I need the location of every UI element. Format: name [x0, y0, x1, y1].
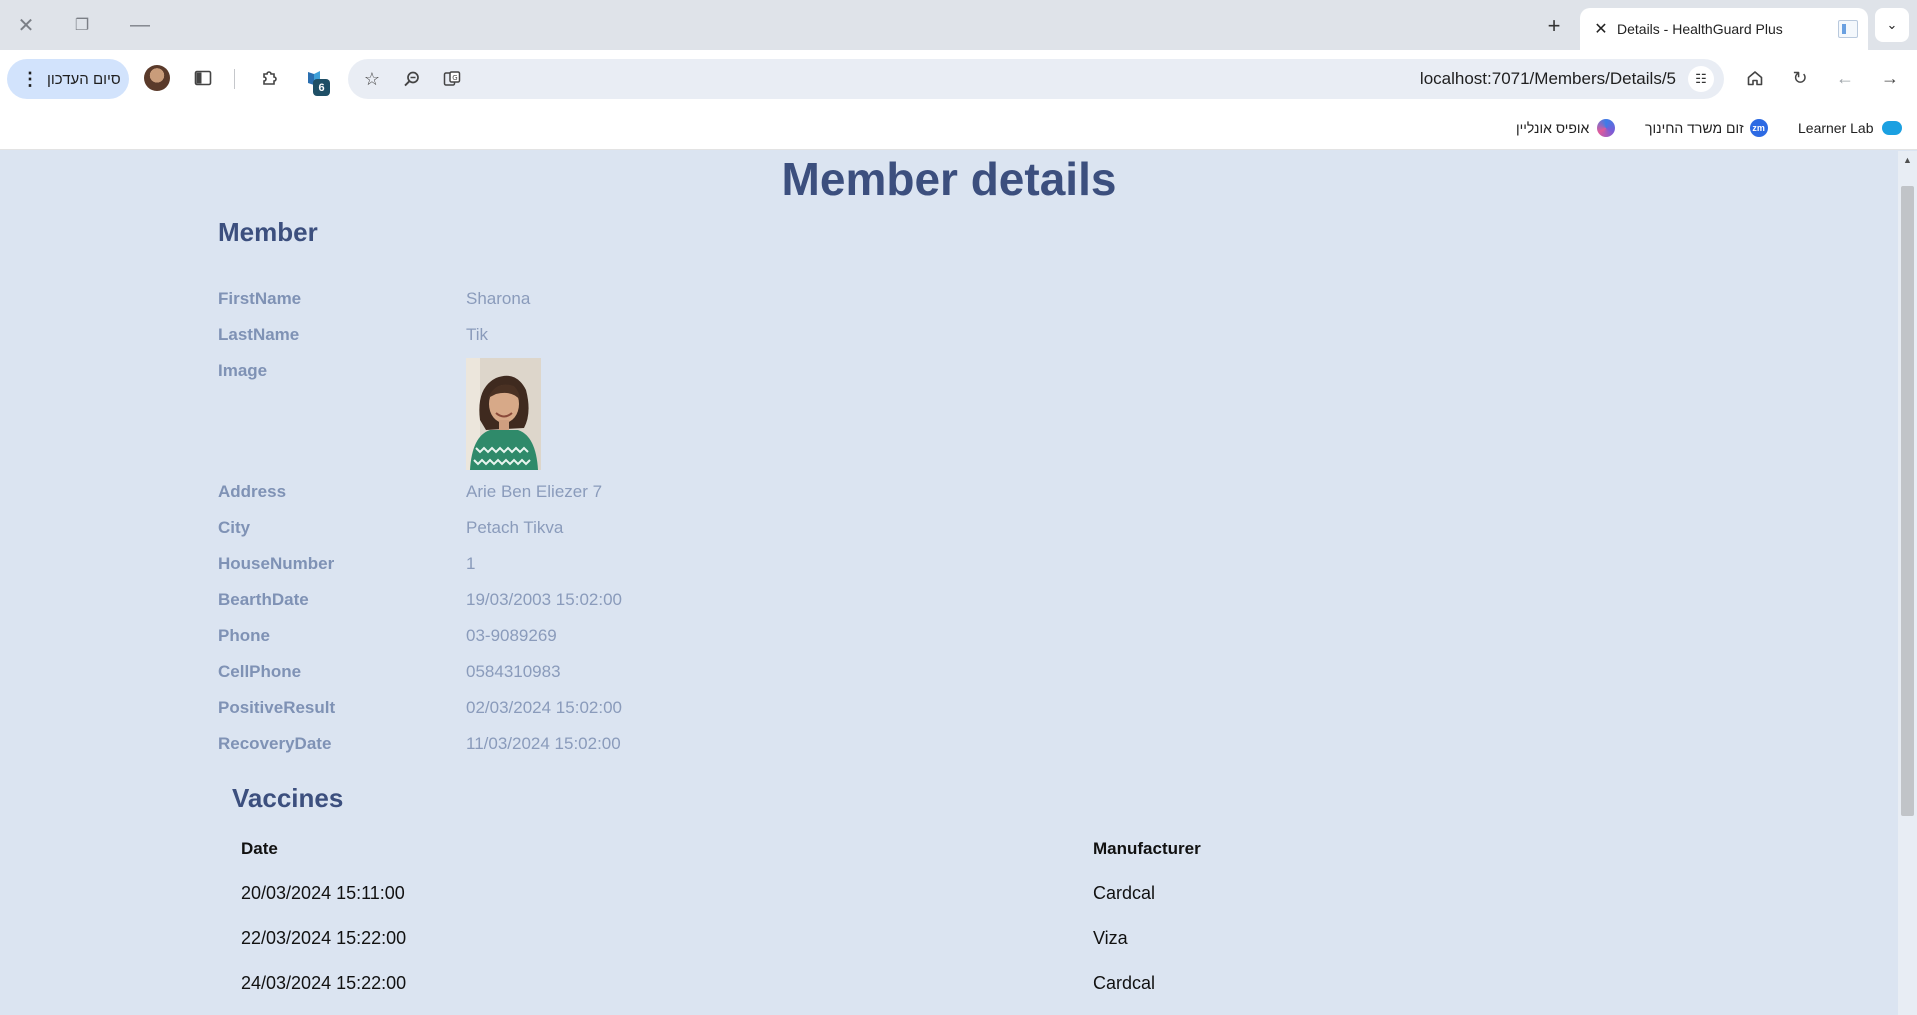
tab-favicon-icon	[1838, 20, 1858, 38]
kebab-menu-icon: ⋮	[21, 68, 39, 89]
back-arrow-icon[interactable]: ←	[1831, 64, 1859, 92]
cloud-icon	[1881, 121, 1902, 135]
field-label-lastname: LastName	[218, 325, 300, 344]
field-label-housenumber: HouseNumber	[218, 554, 335, 573]
field-label-city: City	[218, 518, 251, 537]
page-scrollbar[interactable]: ▲	[1898, 151, 1917, 1015]
bookmark-star-icon[interactable]: ☆	[358, 65, 386, 93]
table-header-date: Date	[241, 839, 278, 858]
field-label-birthdate: BearthDate	[218, 590, 309, 609]
field-label-address: Address	[218, 482, 287, 501]
svg-text:G: G	[452, 74, 457, 82]
office-logo-icon	[1597, 119, 1616, 137]
scroll-up-arrow-icon[interactable]: ▲	[1898, 153, 1917, 167]
bookmark-learner-lab[interactable]: Learner Lab	[1798, 106, 1902, 150]
toolbar-divider	[234, 69, 235, 89]
field-value-recoverydate: 11/03/2024 15:02:00	[466, 734, 621, 753]
member-photo	[466, 358, 541, 470]
finish-update-button[interactable]: ⋮ סיום העדכון	[7, 59, 129, 99]
page-viewport: Member details Member FirstName Sharona …	[0, 151, 1898, 1015]
tab-close-icon[interactable]: ✕	[1590, 18, 1612, 40]
browser-toolbar: ⋮ סיום העדכון 6 ☆ G localhost:7071/Membe…	[0, 50, 1917, 106]
field-value-positiveresult: 02/03/2024 15:02:00	[466, 698, 622, 717]
bookmark-learner-lab-label: Learner Lab	[1798, 120, 1874, 136]
field-value-address: Arie Ben Eliezer 7	[466, 482, 603, 501]
url-text[interactable]: localhost:7071/Members/Details/5	[1420, 59, 1676, 99]
translate-icon[interactable]: G	[438, 65, 466, 93]
field-value-phone: 03-9089269	[466, 626, 557, 645]
bookmark-office-label: אופיס אונליין	[1516, 120, 1590, 136]
reload-icon[interactable]: ↻	[1786, 64, 1814, 92]
table-header-manufacturer: Manufacturer	[1093, 839, 1201, 858]
side-panel-icon[interactable]	[189, 64, 217, 92]
table-cell-manufacturer: Cardcal	[1093, 883, 1156, 903]
extensions-puzzle-icon[interactable]	[256, 64, 284, 92]
bookmark-zoom-label: זום משרד החינוך	[1645, 120, 1744, 136]
profile-avatar[interactable]	[144, 65, 170, 91]
tab-strip: ✕ ❐ — + ✕ Details - HealthGuard Plus ⌄	[0, 0, 1917, 50]
field-label-phone: Phone	[218, 626, 270, 645]
page-title: Member details	[781, 153, 1117, 205]
table-cell-manufacturer: Viza	[1093, 928, 1128, 948]
field-label-positiveresult: PositiveResult	[218, 698, 336, 717]
tab-title: Details - HealthGuard Plus	[1617, 21, 1783, 37]
close-window-icon[interactable]: ✕	[11, 10, 41, 40]
home-icon[interactable]	[1741, 64, 1769, 92]
field-label-recoverydate: RecoveryDate	[218, 734, 332, 753]
field-label-firstname: FirstName	[218, 289, 302, 308]
new-tab-button[interactable]: +	[1540, 12, 1568, 40]
member-section-title: Member	[218, 217, 318, 247]
field-value-city: Petach Tikva	[466, 518, 564, 537]
vaccines-section-title: Vaccines	[232, 783, 344, 813]
zoom-icon[interactable]	[398, 65, 426, 93]
field-label-image: Image	[218, 361, 268, 380]
scrollbar-thumb[interactable]	[1901, 186, 1914, 816]
bookmark-office[interactable]: אופיס אונליין	[1516, 106, 1616, 150]
field-label-cellphone: CellPhone	[218, 662, 302, 681]
site-settings-icon[interactable]: ☷	[1688, 66, 1714, 92]
tab-search-menu-button[interactable]: ⌄	[1875, 8, 1909, 42]
field-value-housenumber: 1	[466, 554, 476, 573]
table-cell-date: 22/03/2024 15:22:00	[241, 928, 407, 948]
zoom-logo-icon: zm	[1749, 119, 1768, 137]
table-cell-manufacturer: Cardcal	[1093, 973, 1156, 993]
tab-details[interactable]: ✕ Details - HealthGuard Plus	[1580, 8, 1868, 50]
field-value-lastname: Tik	[466, 325, 489, 344]
field-value-cellphone: 0584310983	[466, 662, 561, 681]
minimize-window-icon[interactable]: —	[125, 10, 155, 40]
table-cell-date: 24/03/2024 15:22:00	[241, 973, 407, 993]
extension-badge: 6	[313, 79, 330, 96]
address-bar[interactable]: ☆ G localhost:7071/Members/Details/5 ☷	[348, 59, 1724, 99]
field-value-firstname: Sharona	[466, 289, 531, 308]
forward-arrow-icon[interactable]: →	[1876, 64, 1904, 92]
finish-update-label: סיום העדכון	[47, 70, 121, 88]
table-cell-date: 20/03/2024 15:11:00	[241, 883, 405, 903]
field-value-birthdate: 19/03/2003 15:02:00	[466, 590, 622, 609]
bookmarks-bar: Learner Lab זום משרד החינוך zm אופיס אונ…	[0, 106, 1917, 150]
restore-window-icon[interactable]: ❐	[67, 10, 97, 40]
bookmark-zoom[interactable]: זום משרד החינוך zm	[1645, 106, 1768, 150]
